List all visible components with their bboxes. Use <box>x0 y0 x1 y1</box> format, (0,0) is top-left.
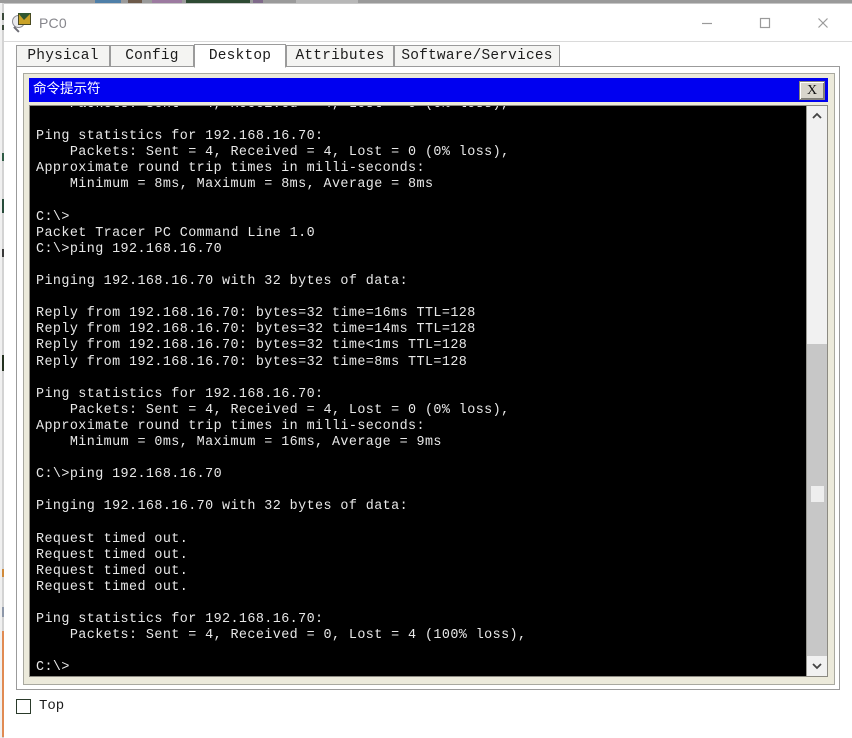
footer-bar: Top <box>16 698 64 714</box>
desktop-inner-frame: 命令提示符 X Packets: Sent = 4, Received = 4,… <box>23 73 835 685</box>
chevron-down-icon <box>812 663 822 670</box>
maximize-button[interactable] <box>736 4 794 42</box>
command-prompt-close-button[interactable]: X <box>799 81 825 100</box>
terminal-line: Ping statistics for 192.168.16.70: <box>36 612 324 627</box>
tab-config[interactable]: Config <box>110 45 194 67</box>
terminal-line: Pinging 192.168.16.70 with 32 bytes of d… <box>36 274 409 290</box>
tab-physical[interactable]: Physical <box>16 45 110 67</box>
scrollbar-up-button[interactable] <box>807 106 827 126</box>
terminal-line: Ping statistics for 192.168.16.70: <box>36 129 324 145</box>
packet-tracer-device-icon <box>12 13 32 33</box>
terminal-text: Packets: Sent = 4, Received = 4, Lost = … <box>36 106 806 676</box>
tab-desktop[interactable]: Desktop <box>194 44 286 68</box>
terminal-line: Request timed out. <box>36 563 189 579</box>
command-prompt-title-bar: 命令提示符 X <box>29 78 828 102</box>
terminal-line: Reply from 192.168.16.70: bytes=32 time=… <box>36 306 476 322</box>
terminal-line: Packets: Sent = 4, Received = 0, Lost = … <box>36 628 527 644</box>
terminal-line: C:\> <box>36 209 70 225</box>
tab-attributes[interactable]: Attributes <box>286 45 394 67</box>
terminal-line: Reply from 192.168.16.70: bytes=32 time<… <box>36 338 468 354</box>
terminal-line: Minimum = 0ms, Maximum = 16ms, Average =… <box>36 434 442 450</box>
desktop-panel: 命令提示符 X Packets: Sent = 4, Received = 4,… <box>16 66 840 690</box>
scrollbar-thumb-grip <box>811 486 824 502</box>
top-checkbox[interactable] <box>16 698 31 714</box>
command-prompt-window: 命令提示符 X Packets: Sent = 4, Received = 4,… <box>28 78 830 680</box>
maximize-icon <box>759 17 771 29</box>
close-button[interactable] <box>794 4 852 42</box>
tab-software-services[interactable]: Software/Services <box>394 45 560 67</box>
terminal-line: Packets: Sent = 4, Received = 4, Lost = … <box>36 145 510 161</box>
title-bar-left: PC0 <box>12 4 67 42</box>
terminal-line: Packets: Sent = 4, Received = 4, Lost = … <box>36 106 806 113</box>
terminal-line: Approximate round trip times in milli-se… <box>36 418 425 434</box>
terminal-line: Request timed out. <box>36 547 189 563</box>
terminal-line: Reply from 192.168.16.70: bytes=32 time=… <box>36 354 468 370</box>
command-prompt-title: 命令提示符 <box>33 81 101 98</box>
terminal-line: Minimum = 8ms, Maximum = 8ms, Average = … <box>36 177 434 193</box>
packet-tracer-device-window: PC0 Physical Config Desktop Attributes S… <box>0 0 852 738</box>
tab-bar: Physical Config Desktop Attributes Softw… <box>16 44 852 68</box>
title-bar: PC0 <box>4 4 852 42</box>
terminal-scrollbar[interactable] <box>806 106 827 676</box>
minimize-icon <box>702 22 712 25</box>
terminal-line: Pinging 192.168.16.70 with 32 bytes of d… <box>36 499 409 515</box>
device-window: PC0 Physical Config Desktop Attributes S… <box>4 3 852 738</box>
terminal-output-area[interactable]: Packets: Sent = 4, Received = 4, Lost = … <box>29 105 828 677</box>
top-checkbox-label: Top <box>39 698 65 714</box>
terminal-line: Request timed out. <box>36 531 189 547</box>
chevron-up-icon <box>812 112 822 119</box>
close-icon <box>818 18 828 28</box>
scrollbar-down-button[interactable] <box>807 656 827 676</box>
window-controls <box>678 4 852 42</box>
terminal-line: C:\>ping 192.168.16.70 <box>36 467 223 483</box>
terminal-line: Ping statistics for 192.168.16.70: <box>36 386 324 402</box>
terminal-line: Packets: Sent = 4, Received = 4, Lost = … <box>36 402 510 418</box>
terminal-line: C:\> <box>36 660 70 676</box>
terminal-line: Approximate round trip times in milli-se… <box>36 161 425 177</box>
window-title: PC0 <box>39 15 67 31</box>
terminal-line: Request timed out. <box>36 579 189 595</box>
scrollbar-thumb[interactable] <box>807 344 827 666</box>
terminal-line: Packet Tracer PC Command Line 1.0 <box>36 225 316 241</box>
terminal-line: Reply from 192.168.16.70: bytes=32 time=… <box>36 322 476 338</box>
minimize-button[interactable] <box>678 4 736 42</box>
terminal-line: C:\>ping 192.168.16.70 <box>36 241 223 257</box>
